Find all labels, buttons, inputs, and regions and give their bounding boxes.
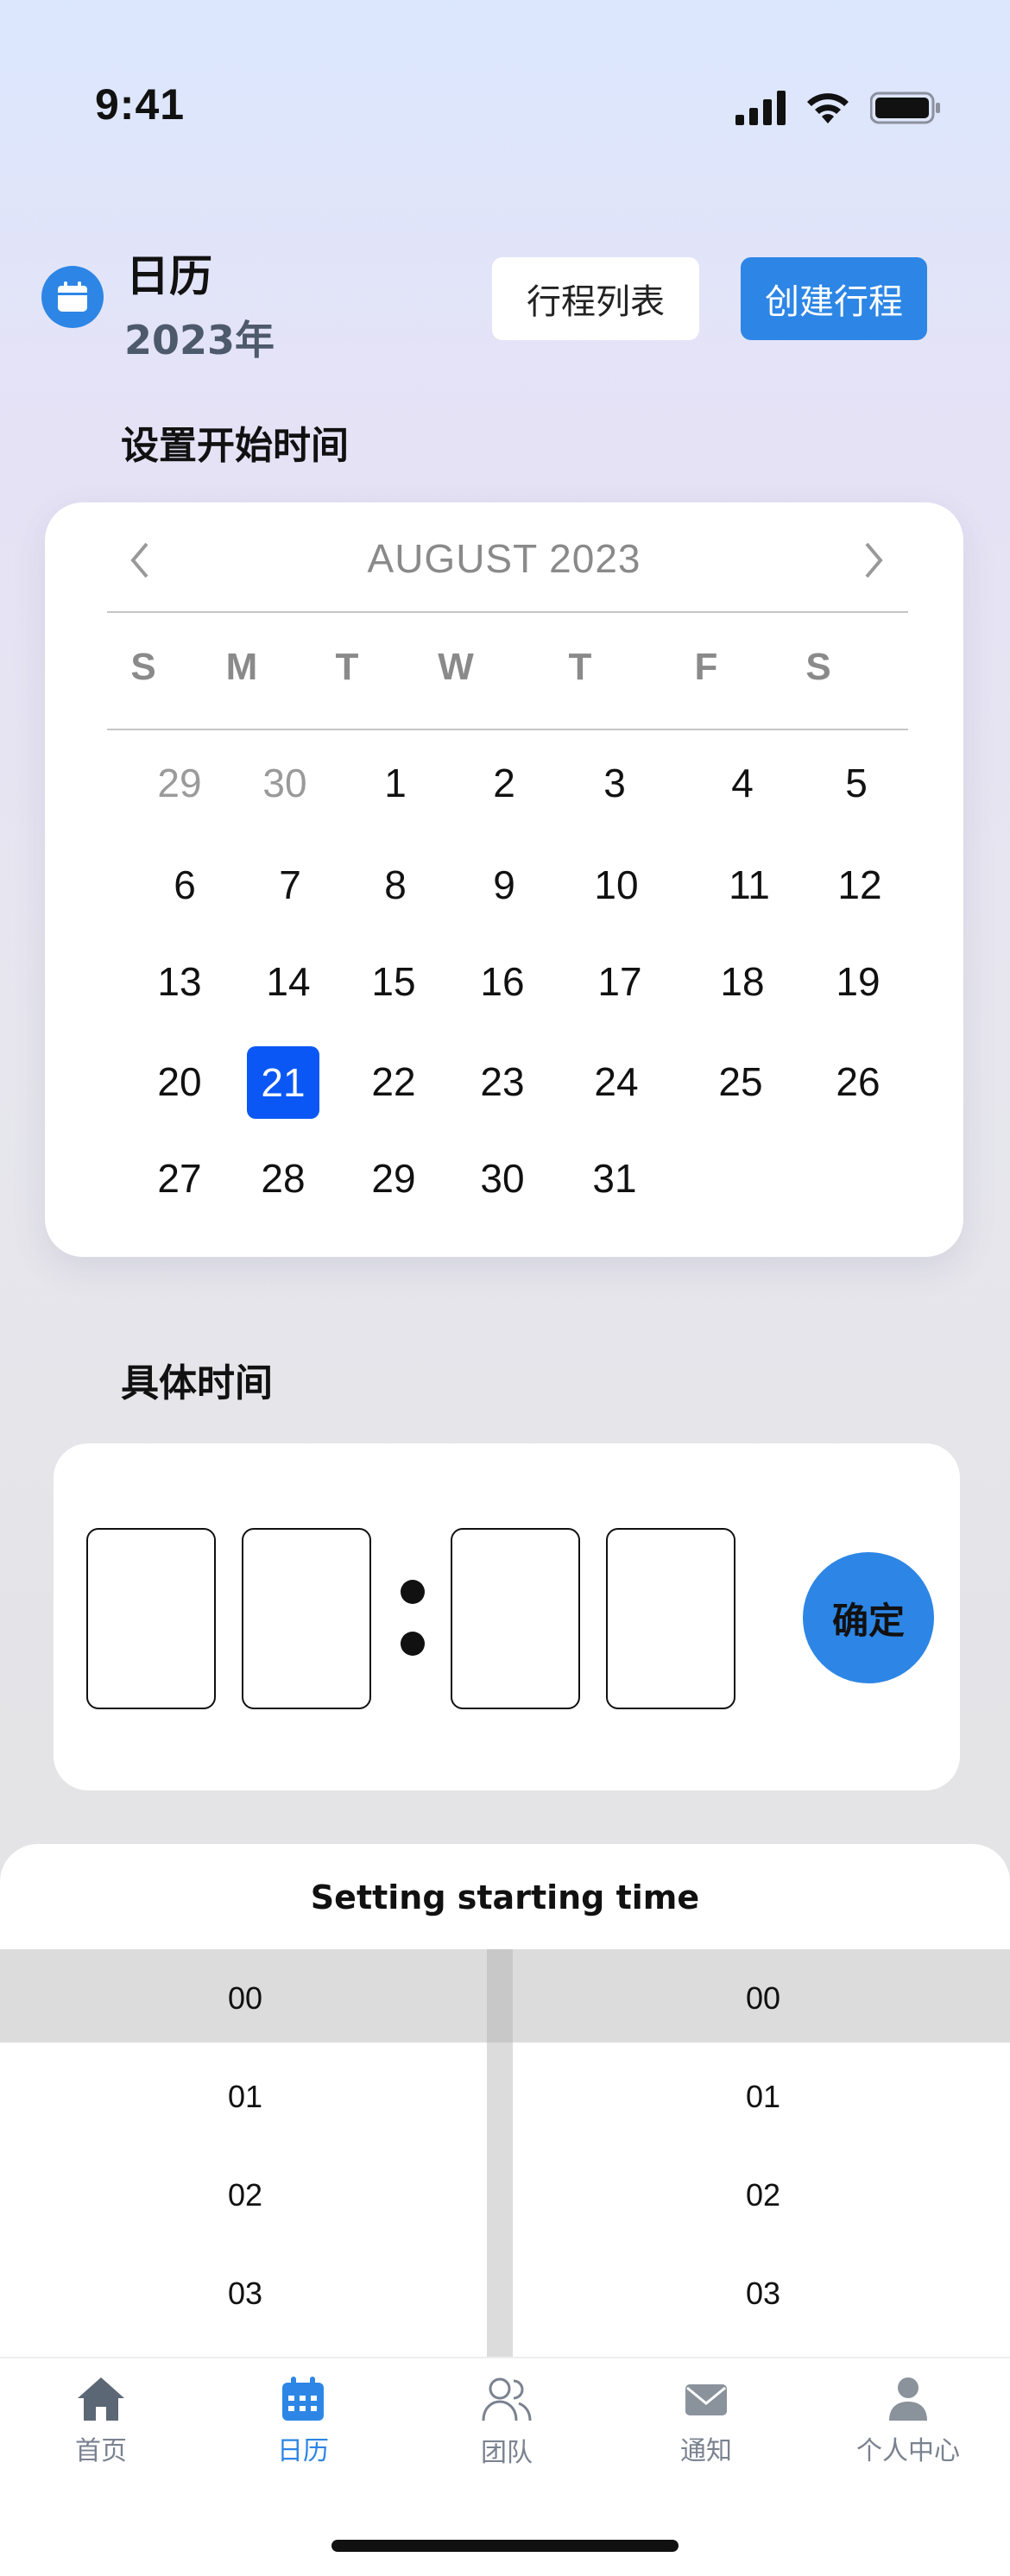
status-time: 9:41: [95, 80, 186, 129]
tab-label: 日历: [277, 2436, 329, 2466]
hour-option[interactable]: 01: [159, 2079, 331, 2115]
hour-ones-box[interactable]: [242, 1528, 371, 1709]
calendar-day-prev-month[interactable]: 30: [246, 760, 324, 806]
tab-label: 通知: [680, 2436, 732, 2466]
calendar-day[interactable]: 1: [357, 760, 434, 806]
selected-day[interactable]: 21: [247, 1046, 319, 1119]
weekday-header: T: [568, 646, 592, 688]
status-icons: [735, 86, 941, 129]
calendar-day[interactable]: 29: [355, 1155, 432, 1202]
calendar-day[interactable]: 10: [578, 862, 655, 908]
calendar-day[interactable]: 4: [704, 760, 781, 806]
calendar-icon: [282, 2377, 324, 2421]
calendar-day[interactable]: 9: [465, 862, 543, 908]
hour-tens-box[interactable]: [86, 1528, 216, 1709]
mail-icon: [685, 2384, 727, 2415]
calendar-day[interactable]: 19: [819, 958, 897, 1005]
calendar-day[interactable]: 31: [576, 1155, 653, 1202]
tab-team[interactable]: 团队: [438, 2376, 576, 2469]
weekday-header: S: [130, 646, 156, 688]
tab-notifications[interactable]: 通知: [637, 2376, 775, 2467]
tab-profile[interactable]: 个人中心: [839, 2376, 977, 2467]
calendar-day[interactable]: 5: [817, 760, 895, 806]
calendar-day[interactable]: 3: [576, 760, 653, 806]
tab-label: 首页: [75, 2436, 127, 2466]
tab-home[interactable]: 首页: [32, 2376, 170, 2467]
tab-calendar[interactable]: 日历: [234, 2376, 372, 2467]
tab-label: 个人中心: [856, 2436, 960, 2466]
wifi-icon: [807, 93, 849, 123]
calendar-day[interactable]: 13: [141, 958, 218, 1005]
calendar-day[interactable]: 11: [710, 862, 788, 908]
specific-time-title: 具体时间: [121, 1361, 273, 1405]
schedule-list-button[interactable]: 行程列表: [492, 257, 699, 340]
calendar-day[interactable]: 22: [355, 1058, 432, 1105]
start-time-title: 设置开始时间: [121, 424, 349, 468]
weekday-header: T: [335, 646, 359, 688]
person-icon: [889, 2377, 927, 2421]
calendar-day-prev-month[interactable]: 29: [141, 760, 218, 806]
calendar-icon: [41, 266, 104, 328]
hour-option[interactable]: 02: [159, 2177, 331, 2213]
chevron-right-icon[interactable]: [862, 537, 887, 593]
tab-label: 团队: [481, 2438, 533, 2468]
signal-icon: [735, 91, 786, 125]
calendar-day[interactable]: 16: [464, 958, 541, 1005]
calendar-day[interactable]: 20: [141, 1058, 218, 1105]
calendar-day[interactable]: 24: [578, 1058, 655, 1105]
calendar-day[interactable]: 6: [146, 862, 224, 908]
calendar-day[interactable]: 25: [702, 1058, 780, 1105]
minute-option[interactable]: 03: [677, 2276, 849, 2312]
calendar-day[interactable]: 27: [141, 1155, 218, 1202]
minute-option[interactable]: 00: [677, 1980, 849, 2017]
picker-divider-selected: [487, 1949, 513, 2042]
battery-icon: [870, 92, 940, 124]
calendar-day[interactable]: 12: [821, 862, 899, 908]
calendar-day[interactable]: 15: [355, 958, 432, 1005]
calendar-day[interactable]: 7: [251, 862, 329, 908]
calendar-divider: [107, 611, 908, 613]
home-indicator[interactable]: [331, 2540, 679, 2552]
hour-option[interactable]: 00: [159, 1980, 331, 2017]
create-schedule-button[interactable]: 创建行程: [741, 257, 927, 340]
minute-ones-box[interactable]: [606, 1528, 735, 1709]
minute-option[interactable]: 02: [677, 2177, 849, 2213]
calendar-day[interactable]: 14: [249, 958, 327, 1005]
calendar-day[interactable]: 2: [465, 760, 543, 806]
minute-option[interactable]: 01: [677, 2079, 849, 2115]
calendar-day[interactable]: 23: [464, 1058, 541, 1105]
calendar-month-label: AUGUST 2023: [367, 536, 641, 581]
page-title: 日历: [126, 251, 212, 301]
calendar-day[interactable]: 17: [581, 958, 659, 1005]
calendar-divider: [107, 729, 908, 730]
year-label: 2023年: [124, 317, 275, 363]
weekday-header: M: [225, 646, 258, 688]
picker-title: Setting starting time: [310, 1878, 700, 1916]
weekday-header: F: [694, 646, 718, 688]
calendar-day[interactable]: 18: [704, 958, 781, 1005]
confirm-button[interactable]: 确定: [803, 1552, 934, 1683]
team-icon: [482, 2377, 532, 2421]
calendar-day[interactable]: 26: [819, 1058, 897, 1105]
weekday-header: W: [438, 646, 474, 688]
home-icon: [78, 2377, 124, 2421]
weekday-header: S: [805, 646, 831, 688]
calendar-day[interactable]: 28: [244, 1155, 322, 1202]
minute-tens-box[interactable]: [451, 1528, 580, 1709]
colon-separator: [401, 1580, 425, 1604]
hour-option[interactable]: 03: [159, 2276, 331, 2312]
calendar-day[interactable]: 8: [357, 862, 434, 908]
colon-separator: [401, 1632, 425, 1656]
calendar-day[interactable]: 30: [464, 1155, 541, 1202]
